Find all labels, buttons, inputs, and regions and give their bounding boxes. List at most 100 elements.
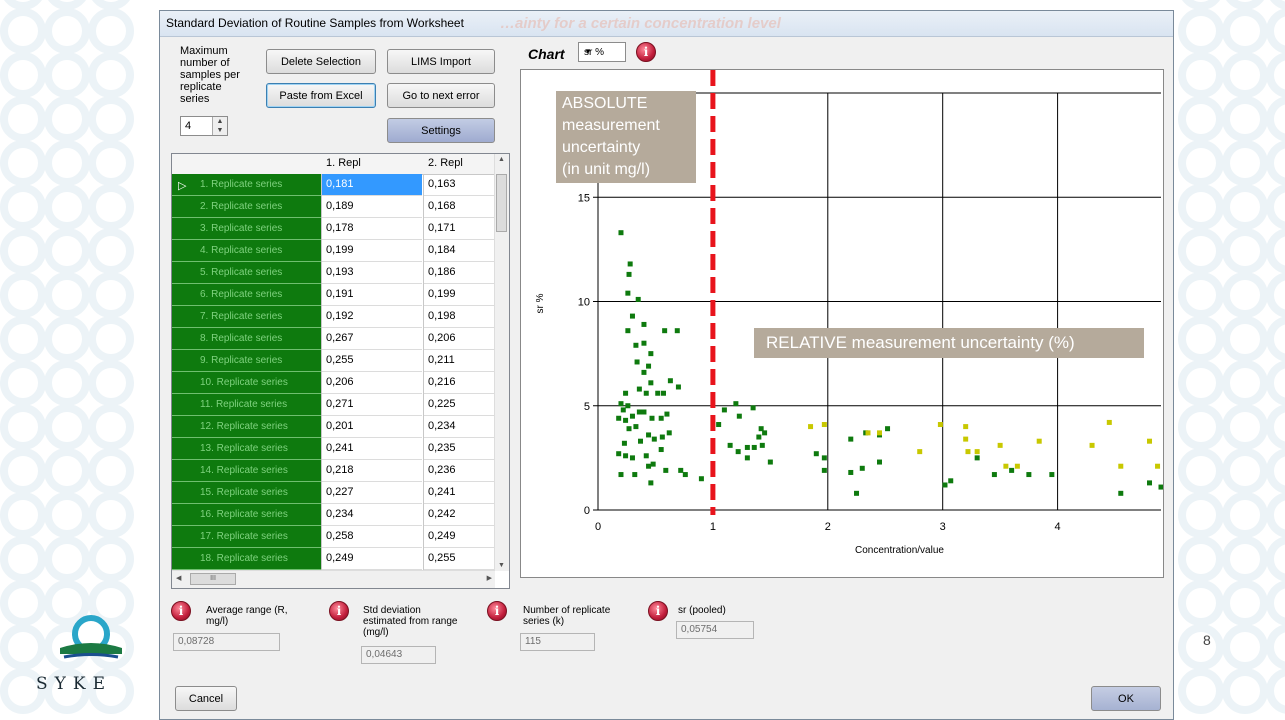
table-row[interactable]: 2. Replicate series 0,189 0,168 [172,196,497,218]
grid-horizontal-scrollbar[interactable]: ◀ III ▶ [172,570,495,588]
table-row[interactable]: 5. Replicate series 0,193 0,186 [172,262,497,284]
std-info-icon[interactable]: i [329,601,349,621]
table-row[interactable]: 11. Replicate series 0,271 0,225 [172,394,497,416]
table-row[interactable]: 15. Replicate series 0,227 0,241 [172,482,497,504]
cell-repl2[interactable]: 0,235 [424,438,497,460]
cell-repl1[interactable]: 0,234 [322,504,422,526]
row-header[interactable]: 18. Replicate series [172,548,321,570]
row-header[interactable]: 3. Replicate series [172,218,321,240]
cell-repl2[interactable]: 0,225 [424,394,497,416]
lims-import-button[interactable]: LIMS Import [387,49,495,74]
cell-repl1[interactable]: 0,193 [322,262,422,284]
hscroll-thumb[interactable]: III [190,573,236,585]
table-row[interactable]: 16. Replicate series 0,234 0,242 [172,504,497,526]
cell-repl1[interactable]: 0,255 [322,350,422,372]
row-header[interactable]: 8. Replicate series [172,328,321,350]
paste-from-excel-button[interactable]: Paste from Excel [266,83,376,108]
table-row[interactable]: 17. Replicate series 0,258 0,249 [172,526,497,548]
table-row[interactable]: 4. Replicate series 0,199 0,184 [172,240,497,262]
cell-repl1[interactable]: 0,271 [322,394,422,416]
cell-repl1[interactable]: 0,267 [322,328,422,350]
chart-info-icon[interactable]: i [636,42,656,62]
row-header[interactable]: 15. Replicate series [172,482,321,504]
settings-button[interactable]: Settings [387,118,495,143]
cell-repl2[interactable]: 0,249 [424,526,497,548]
table-row[interactable]: 13. Replicate series 0,241 0,235 [172,438,497,460]
table-row[interactable]: 3. Replicate series 0,178 0,171 [172,218,497,240]
chart-type-select[interactable]: sr % ▼ [578,42,626,62]
cell-repl1[interactable]: 0,201 [322,416,422,438]
table-row[interactable]: 14. Replicate series 0,218 0,236 [172,460,497,482]
scroll-down-icon[interactable]: ▼ [498,562,505,569]
replicate-grid[interactable]: 1. Repl 2. Repl ▷ 1. Replicate series 0,18… [171,153,510,589]
row-header[interactable]: 13. Replicate series [172,438,321,460]
cell-repl2[interactable]: 0,168 [424,196,497,218]
cell-repl1[interactable]: 0,218 [322,460,422,482]
samples-spinner[interactable]: 4 ▲ ▼ [180,116,228,136]
grid-vertical-scrollbar[interactable]: ▲ ▼ [494,154,509,571]
row-header[interactable]: 4. Replicate series [172,240,321,262]
cell-value: 0,249 [428,530,456,542]
scroll-thumb[interactable] [496,174,507,232]
row-header[interactable]: 14. Replicate series [172,460,321,482]
cell-repl1[interactable]: 0,189 [322,196,422,218]
row-header[interactable]: 7. Replicate series [172,306,321,328]
cell-repl1[interactable]: 0,227 [322,482,422,504]
cell-repl2[interactable]: 0,242 [424,504,497,526]
cell-repl2[interactable]: 0,236 [424,460,497,482]
column-header-repl2[interactable]: 2. Repl [428,157,463,169]
spinner-arrows-icon[interactable]: ▲ ▼ [212,117,227,135]
go-to-next-error-button[interactable]: Go to next error [387,83,495,108]
row-header[interactable]: ▷ 1. Replicate series [172,174,321,196]
cell-repl1[interactable]: 0,181 [322,174,422,196]
cell-repl2[interactable]: 0,186 [424,262,497,284]
sr-info-icon[interactable]: i [648,601,668,621]
cell-repl2[interactable]: 0,216 [424,372,497,394]
cell-repl2[interactable]: 0,211 [424,350,497,372]
row-header[interactable]: 10. Replicate series [172,372,321,394]
cell-repl2[interactable]: 0,199 [424,284,497,306]
table-row[interactable]: 18. Replicate series 0,249 0,255 [172,548,497,570]
cell-repl1[interactable]: 0,191 [322,284,422,306]
row-header[interactable]: 12. Replicate series [172,416,321,438]
cancel-button[interactable]: Cancel [175,686,237,711]
scroll-right-icon[interactable]: ▶ [487,574,492,582]
cell-repl2[interactable]: 0,241 [424,482,497,504]
row-header[interactable]: 5. Replicate series [172,262,321,284]
cell-repl1[interactable]: 0,206 [322,372,422,394]
table-row[interactable]: 9. Replicate series 0,255 0,211 [172,350,497,372]
table-row[interactable]: 8. Replicate series 0,267 0,206 [172,328,497,350]
table-row[interactable]: 6. Replicate series 0,191 0,199 [172,284,497,306]
cell-repl1[interactable]: 0,241 [322,438,422,460]
cell-repl1[interactable]: 0,258 [322,526,422,548]
cell-repl2[interactable]: 0,184 [424,240,497,262]
cell-repl2[interactable]: 0,163 [424,174,497,196]
row-header[interactable]: 9. Replicate series [172,350,321,372]
table-row[interactable]: 7. Replicate series 0,192 0,198 [172,306,497,328]
cell-value: 0,181 [326,178,354,190]
row-header[interactable]: 11. Replicate series [172,394,321,416]
scroll-left-icon[interactable]: ◀ [176,574,181,582]
cell-repl1[interactable]: 0,178 [322,218,422,240]
row-header[interactable]: 17. Replicate series [172,526,321,548]
cell-repl1[interactable]: 0,199 [322,240,422,262]
avg-range-info-icon[interactable]: i [171,601,191,621]
row-header[interactable]: 6. Replicate series [172,284,321,306]
k-info-icon[interactable]: i [487,601,507,621]
table-row[interactable]: 10. Replicate series 0,206 0,216 [172,372,497,394]
column-header-repl1[interactable]: 1. Repl [326,157,361,169]
cell-repl1[interactable]: 0,249 [322,548,422,570]
table-row[interactable]: 12. Replicate series 0,201 0,234 [172,416,497,438]
row-header[interactable]: 16. Replicate series [172,504,321,526]
cell-repl2[interactable]: 0,171 [424,218,497,240]
cell-repl2[interactable]: 0,206 [424,328,497,350]
ok-button[interactable]: OK [1091,686,1161,711]
table-row[interactable]: ▷ 1. Replicate series 0,181 0,163 [172,174,497,196]
cell-repl2[interactable]: 0,234 [424,416,497,438]
cell-repl1[interactable]: 0,192 [322,306,422,328]
cell-repl2[interactable]: 0,198 [424,306,497,328]
row-header[interactable]: 2. Replicate series [172,196,321,218]
delete-selection-button[interactable]: Delete Selection [266,49,376,74]
cell-repl2[interactable]: 0,255 [424,548,497,570]
scroll-up-icon[interactable]: ▲ [498,156,505,163]
